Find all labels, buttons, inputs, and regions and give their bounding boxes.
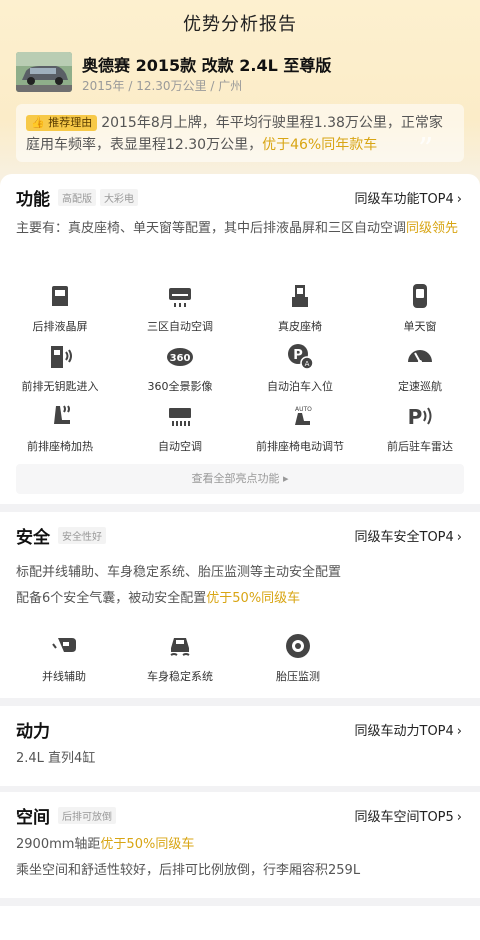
sunroof-icon bbox=[413, 284, 427, 308]
tag: 安全性好 bbox=[58, 526, 106, 544]
function-rank-link[interactable]: 同级车功能TOP4 › bbox=[355, 188, 463, 207]
section-title: 安全 bbox=[16, 527, 50, 548]
leather-seat-icon bbox=[292, 285, 308, 307]
power-section: 动力 同级车动力TOP4 › 2.4L 直列4缸 bbox=[0, 706, 480, 786]
section-title: 动力 bbox=[16, 721, 50, 742]
feature-item[interactable]: 前排无钥匙进入 bbox=[0, 342, 120, 402]
chevron-right-icon: › bbox=[456, 810, 462, 825]
section-title: 空间 bbox=[16, 807, 50, 828]
parking-radar-icon: P bbox=[408, 405, 432, 429]
car-thumbnail[interactable] bbox=[16, 52, 72, 92]
svg-text:360: 360 bbox=[170, 353, 191, 364]
seat-heating-icon bbox=[54, 405, 70, 424]
function-section: 功能 高配版 大彩电 同级车功能TOP4 › 主要有：真皮座椅、单天窗等配置，其中… bbox=[0, 174, 480, 504]
tag: 高配版 bbox=[58, 188, 96, 206]
safety-section: 安全 安全性好 同级车安全TOP4 › 标配并线辅助、车身稳定系统、胎压监测等主动… bbox=[0, 512, 480, 698]
reason-highlight: 优于46%同年款车 bbox=[262, 137, 378, 153]
space-rank-link[interactable]: 同级车空间TOP5 › bbox=[355, 806, 463, 825]
feature-item[interactable]: 后排液晶屏 bbox=[0, 282, 120, 342]
safety-desc: 标配并线辅助、车身稳定系统、胎压监测等主动安全配置 bbox=[16, 565, 342, 580]
svg-text:P: P bbox=[408, 405, 423, 429]
air-conditioner-icon bbox=[169, 288, 191, 307]
bottom-spacer bbox=[0, 906, 480, 940]
feature-item[interactable]: 360 360全景影像 bbox=[120, 342, 240, 402]
tag: 后排可放倒 bbox=[58, 806, 116, 824]
auto-parking-icon: PA bbox=[288, 344, 314, 370]
page-title: 优势分析报告 bbox=[183, 14, 297, 35]
space-section: 空间 后排可放倒 同级车空间TOP5 › 2900mm轴距优于50%同级车 乘坐空… bbox=[0, 792, 480, 898]
feature-item[interactable]: 并线辅助 bbox=[4, 632, 124, 692]
section-title: 功能 bbox=[16, 189, 50, 210]
caret-right-icon: ▸ bbox=[282, 472, 289, 485]
car-meta: 2015年 / 12.30万公里 / 广州 bbox=[82, 79, 243, 93]
reason-badge: 👍 推荐理由 bbox=[26, 115, 98, 131]
panoramic-camera-icon: 360 bbox=[167, 348, 193, 366]
feature-item[interactable]: 胎压监测 bbox=[238, 632, 358, 692]
feature-item[interactable]: 真皮座椅 bbox=[240, 282, 360, 342]
function-desc: 主要有：真皮座椅、单天窗等配置，其中后排液晶屏和三区自动空调同级领先 bbox=[16, 221, 459, 236]
cruise-control-icon bbox=[408, 350, 432, 364]
safety-rank-link[interactable]: 同级车安全TOP4 › bbox=[355, 526, 463, 545]
power-rank-link[interactable]: 同级车动力TOP4 › bbox=[355, 720, 463, 739]
feature-item[interactable]: AUTO 前排座椅电动调节 bbox=[240, 402, 360, 462]
view-all-features-button[interactable]: 查看全部亮点功能 ▸ bbox=[16, 464, 464, 494]
tire-pressure-icon bbox=[286, 634, 310, 658]
space-desc: 2900mm轴距优于50%同级车 bbox=[16, 837, 195, 852]
feature-item[interactable]: 定速巡航 bbox=[360, 342, 480, 402]
power-desc: 2.4L 直列4缸 bbox=[16, 751, 96, 766]
safety-desc-2: 配备6个安全气囊，被动安全配置优于50%同级车 bbox=[16, 591, 301, 606]
rear-screen-icon bbox=[52, 286, 68, 306]
power-seat-icon: AUTO bbox=[295, 406, 312, 425]
chevron-right-icon: › bbox=[456, 192, 462, 207]
chevron-right-icon: › bbox=[456, 530, 462, 545]
lane-assist-icon bbox=[52, 638, 76, 652]
chevron-right-icon: › bbox=[456, 724, 462, 739]
feature-item[interactable]: 自动空调 bbox=[120, 402, 240, 462]
feature-item[interactable]: 前排座椅加热 bbox=[0, 402, 120, 462]
feature-item[interactable]: 车身稳定系统 bbox=[120, 632, 240, 692]
feature-item[interactable]: 单天窗 bbox=[360, 282, 480, 342]
stability-control-icon bbox=[170, 638, 190, 656]
feature-item[interactable]: P 前后驻车雷达 bbox=[360, 402, 480, 462]
auto-ac-icon bbox=[169, 408, 191, 426]
car-name: 奥德赛 2015款 改款 2.4L 至尊版 bbox=[82, 56, 332, 75]
space-desc-2: 乘坐空间和舒适性较好，后排可比例放倒，行李厢容积259L bbox=[16, 863, 361, 878]
feature-item[interactable]: 三区自动空调 bbox=[120, 282, 240, 342]
tag: 大彩电 bbox=[100, 188, 138, 206]
recommend-reason: 👍 推荐理由 2015年8月上牌，年平均行驶里程1.38万公里，正常家庭用车频率，… bbox=[16, 104, 464, 162]
svg-text:A: A bbox=[305, 360, 310, 368]
svg-text:AUTO: AUTO bbox=[295, 406, 312, 413]
quote-icon: ” bbox=[418, 132, 434, 167]
keyless-entry-icon bbox=[51, 346, 72, 368]
feature-item[interactable]: PA 自动泊车入位 bbox=[240, 342, 360, 402]
